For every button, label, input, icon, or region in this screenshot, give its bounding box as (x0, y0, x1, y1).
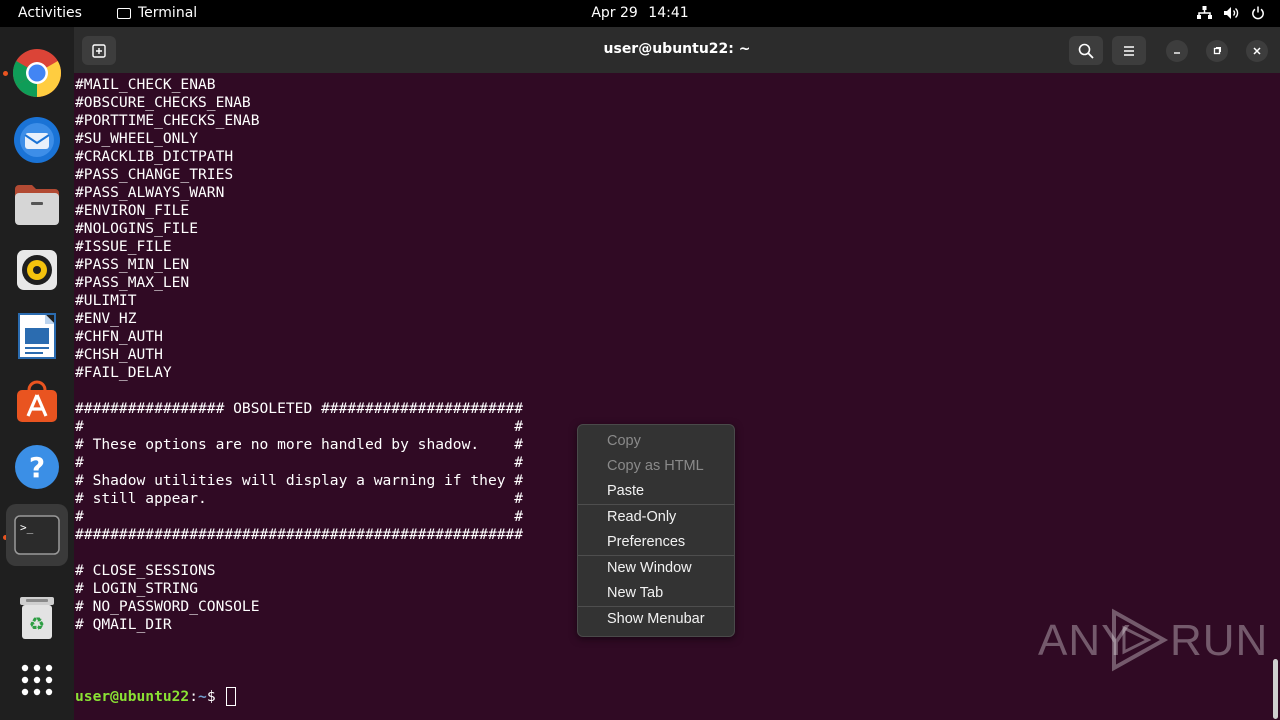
dock-show-apps[interactable] (10, 653, 64, 707)
terminal-line: #PORTTIME_CHECKS_ENAB (75, 112, 260, 129)
dock-terminal[interactable]: >_ (6, 504, 68, 566)
terminal-line: #ULIMIT (75, 292, 137, 309)
rhythmbox-icon (17, 250, 57, 290)
terminal-output[interactable]: #MAIL_CHECK_ENAB #OBSCURE_CHECKS_ENAB #POR… (75, 76, 523, 634)
help-icon: ? (15, 445, 59, 489)
terminal-line: # still appear. # (75, 490, 524, 507)
prompt-path: ~ (198, 688, 207, 705)
context-menu: Copy Copy as HTML Paste Read-Only Preference… (577, 424, 735, 637)
search-icon (1078, 43, 1094, 59)
terminal-line: ################# OBSOLETED ############… (75, 400, 524, 417)
menu-item-copy: Copy (607, 433, 641, 449)
maximize-button[interactable] (1206, 40, 1228, 62)
terminal-line: #CHSH_AUTH (75, 346, 163, 363)
chrome-icon (12, 49, 62, 98)
terminal-line: # QMAIL_DIR (75, 616, 172, 633)
terminal-line: #ISSUE_FILE (75, 238, 172, 255)
writer-icon (18, 313, 56, 359)
dock-thunderbird[interactable] (10, 112, 64, 166)
terminal-line: ########################################… (75, 526, 524, 543)
terminal-line: #PASS_MIN_LEN (75, 256, 190, 273)
prompt-user: user@ubuntu22 (75, 688, 190, 705)
menu-item-new-tab[interactable]: New Tab (578, 581, 734, 606)
volume-icon[interactable] (1223, 5, 1239, 21)
terminal-line: # # (75, 454, 524, 471)
menu-button[interactable] (1112, 36, 1146, 65)
dock-trash[interactable]: ♻ (10, 591, 64, 645)
hamburger-icon (1124, 45, 1134, 56)
dock-help[interactable]: ? (10, 440, 64, 494)
terminal-line: # # (75, 508, 524, 525)
terminal-line: #OBSCURE_CHECKS_ENAB (75, 94, 251, 111)
prompt-separator: : (189, 688, 199, 705)
play-logo-icon (1112, 608, 1169, 672)
dock-ubuntu-software[interactable] (10, 374, 64, 428)
terminal-line: #SU_WHEEL_ONLY (75, 130, 199, 147)
network-icon[interactable] (1196, 5, 1212, 21)
terminal-line: #ENV_HZ (75, 310, 137, 327)
prompt-symbol: $ (206, 688, 225, 705)
minimize-button[interactable] (1166, 40, 1188, 62)
software-store-icon (17, 380, 57, 422)
terminal-line: # # (75, 418, 524, 435)
time: 14:41 (648, 5, 689, 21)
menu-item-paste[interactable]: Paste (578, 479, 734, 504)
close-button[interactable] (1246, 40, 1268, 62)
clock[interactable]: Apr 29 14:41 (0, 5, 1280, 21)
files-icon (15, 185, 59, 225)
minimize-icon (1174, 52, 1180, 54)
dock-rhythmbox[interactable] (10, 243, 64, 297)
anyrun-watermark: ANY RUN (1038, 608, 1267, 674)
terminal-line: #PASS_CHANGE_TRIES (75, 166, 234, 183)
menu-item-read-only[interactable]: Read-Only (578, 505, 734, 530)
menu-item-copy-as-html: Copy as HTML (607, 458, 704, 474)
header-bar: user@ubuntu22: ~ (74, 27, 1280, 73)
terminal-line: # These options are no more handled by s… (75, 436, 524, 453)
search-button[interactable] (1069, 36, 1103, 65)
system-tray[interactable] (1196, 5, 1266, 21)
terminal-line: #NOLOGINS_FILE (75, 220, 199, 237)
menu-item-show-menubar[interactable]: Show Menubar (578, 607, 734, 632)
terminal-line: # CLOSE_SESSIONS (75, 562, 216, 579)
terminal-prompt[interactable]: user@ubuntu22:~$ (75, 687, 237, 706)
date: Apr 29 (591, 5, 638, 21)
thunderbird-icon (14, 117, 60, 163)
menu-item-new-window[interactable]: New Window (578, 556, 734, 581)
dock: ? >_ ♻ (0, 27, 74, 720)
running-indicator (3, 71, 8, 76)
svg-text:>_: >_ (20, 521, 34, 534)
terminal-line: #FAIL_DELAY (75, 364, 172, 381)
watermark-right: RUN (1170, 616, 1269, 665)
restore-icon (1213, 47, 1221, 55)
terminal-line: #MAIL_CHECK_ENAB (75, 76, 216, 93)
svg-text:♻: ♻ (29, 614, 45, 635)
scrollbar[interactable] (1273, 659, 1278, 719)
text-cursor (226, 687, 237, 706)
terminal-line: #PASS_ALWAYS_WARN (75, 184, 225, 201)
svg-text:?: ? (29, 451, 45, 484)
terminal-line: # Shadow utilities will display a warnin… (75, 472, 524, 489)
close-icon (1253, 47, 1261, 55)
top-bar: Activities Terminal Apr 29 14:41 (0, 0, 1280, 27)
terminal-line: #CHFN_AUTH (75, 328, 163, 345)
dock-libreoffice-writer[interactable] (10, 309, 64, 363)
terminal-line: #ENVIRON_FILE (75, 202, 190, 219)
terminal-line: # LOGIN_STRING (75, 580, 199, 597)
power-icon[interactable] (1250, 5, 1266, 21)
dock-files[interactable] (10, 178, 64, 232)
trash-icon: ♻ (20, 597, 54, 639)
terminal-line: #CRACKLIB_DICTPATH (75, 148, 234, 165)
terminal-line: # NO_PASSWORD_CONSOLE (75, 598, 260, 615)
menu-item-preferences[interactable]: Preferences (578, 530, 734, 555)
terminal-icon: >_ (14, 515, 60, 555)
dock-chrome[interactable] (10, 46, 64, 100)
grid-icon (21, 664, 53, 696)
terminal-line: #PASS_MAX_LEN (75, 274, 190, 291)
